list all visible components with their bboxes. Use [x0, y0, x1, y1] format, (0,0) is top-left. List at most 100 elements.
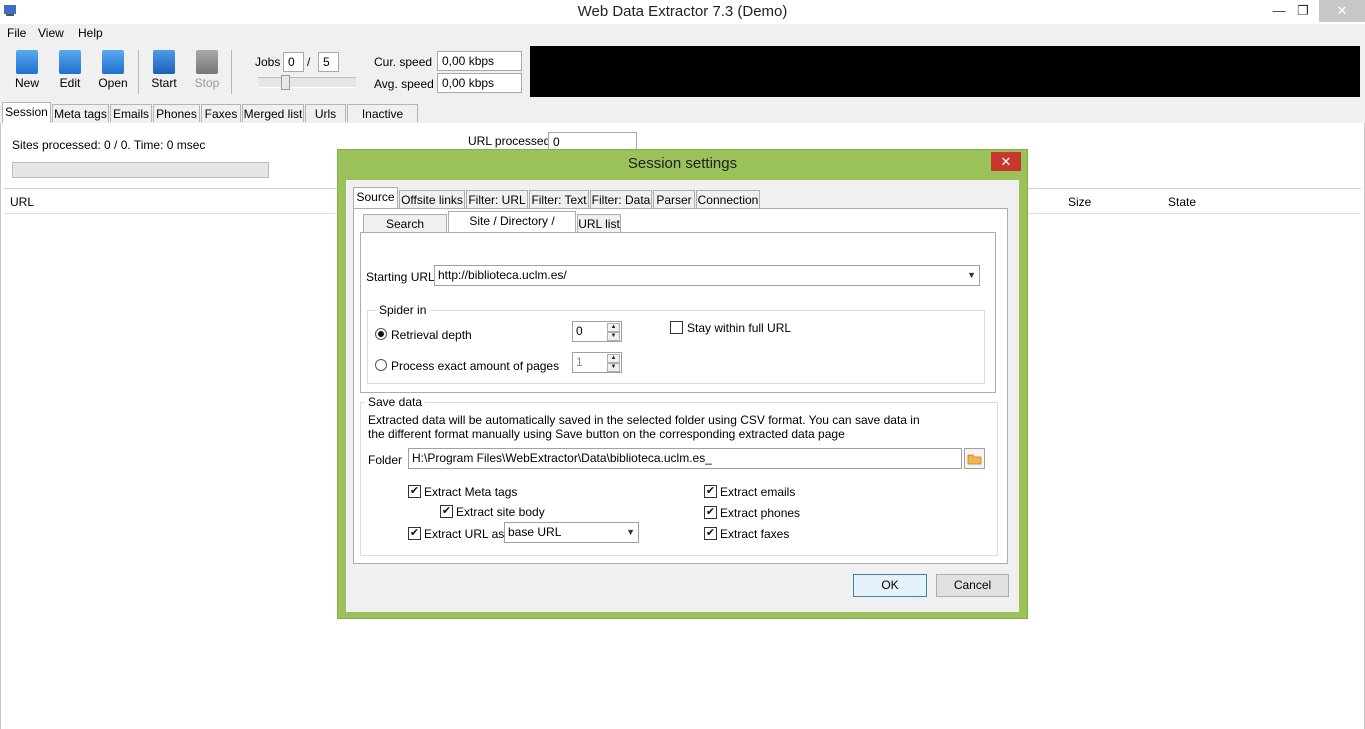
extract-body-label: Extract site body [456, 505, 545, 519]
close-button[interactable]: ✕ [1319, 0, 1365, 22]
tab-inactive-sites[interactable]: Inactive sites [347, 104, 418, 139]
edit-icon [59, 50, 81, 74]
retrieval-depth-radio[interactable] [375, 328, 387, 340]
menu-help[interactable]: Help [78, 26, 103, 40]
jobs-slider[interactable] [258, 75, 356, 90]
folder-field[interactable]: H:\Program Files\WebExtractor\Data\bibli… [408, 448, 962, 469]
extract-emails-checkbox[interactable]: ✔ [704, 485, 717, 498]
new-button[interactable]: New [10, 50, 44, 90]
folder-icon [967, 454, 982, 465]
ok-button[interactable]: OK [853, 574, 927, 597]
title-bar: Web Data Extractor 7.3 (Demo) — ❐ ✕ [0, 0, 1365, 24]
column-size[interactable]: Size [1068, 195, 1091, 209]
dialog-close-button[interactable]: ✕ [991, 152, 1021, 171]
chevron-down-icon[interactable]: ▼ [967, 266, 976, 285]
tab-filter-url[interactable]: Filter: URL [466, 190, 528, 208]
dialog-title: Session settings [627, 155, 738, 172]
tab-merged-list[interactable]: Merged list [242, 104, 304, 122]
new-icon [16, 50, 38, 74]
cur-speed-field: 0,00 kbps [437, 51, 522, 71]
edit-button[interactable]: Edit [53, 50, 87, 90]
tab-offsite-links[interactable]: Offsite links [399, 190, 465, 208]
url-as-select[interactable]: base URL ▼ [504, 522, 639, 543]
save-description-line-2: the different format manually using Save… [368, 427, 845, 441]
stop-button[interactable]: Stop [190, 50, 224, 90]
toolbar-separator [138, 50, 139, 94]
retrieval-depth-stepper[interactable]: 0 ▲ ▼ [572, 321, 622, 342]
tab-session[interactable]: Session [2, 102, 51, 124]
extract-url-checkbox[interactable]: ✔ [408, 527, 421, 540]
site-directory-panel: Starting URL http://biblioteca.uclm.es/ … [360, 232, 996, 393]
save-data-label: Save data [365, 395, 426, 409]
column-url[interactable]: URL [10, 195, 34, 209]
tab-filter-data[interactable]: Filter: Data [590, 190, 652, 208]
jobs-value-field[interactable]: 0 [283, 52, 304, 72]
tab-urls[interactable]: Urls [305, 104, 346, 122]
starting-url-combobox[interactable]: http://biblioteca.uclm.es/ ▼ [434, 265, 980, 286]
tab-phones[interactable]: Phones [153, 104, 200, 122]
starting-url-value: http://biblioteca.uclm.es/ [438, 268, 567, 282]
menu-view[interactable]: View [38, 26, 64, 40]
extract-url-label: Extract URL as [424, 527, 505, 541]
column-state[interactable]: State [1168, 195, 1196, 209]
toolbar-separator [231, 50, 232, 94]
slider-thumb[interactable] [281, 75, 290, 90]
retrieval-depth-value: 0 [576, 324, 583, 338]
source-tab-panel: Search engines Site / Directory / Groups… [353, 208, 1008, 564]
start-label: Start [151, 76, 177, 90]
subtab-url-list[interactable]: URL list [577, 214, 621, 232]
window-title: Web Data Extractor 7.3 (Demo) [577, 3, 788, 20]
retrieval-depth-label: Retrieval depth [391, 328, 472, 342]
chevron-down-icon[interactable]: ▼ [626, 523, 635, 542]
menu-file[interactable]: File [7, 26, 26, 40]
progress-bar [12, 162, 269, 178]
extract-phones-label: Extract phones [720, 506, 801, 520]
spider-in-label: Spider in [376, 303, 430, 317]
sites-processed-status: Sites processed: 0 / 0. Time: 0 msec [12, 138, 206, 152]
subtab-site-directory-groups[interactable]: Site / Directory / Groups [448, 211, 576, 246]
stay-within-url-label: Stay within full URL [687, 321, 792, 335]
tab-meta-tags[interactable]: Meta tags [52, 104, 109, 122]
dialog-client: Source Offsite links Filter: URL Filter:… [346, 180, 1019, 612]
tab-emails[interactable]: Emails [110, 104, 152, 122]
spin-up-icon[interactable]: ▲ [607, 354, 620, 363]
tab-faxes[interactable]: Faxes [201, 104, 241, 122]
speed-graph [530, 46, 1360, 97]
open-button[interactable]: Open [96, 50, 130, 90]
extract-faxes-checkbox[interactable]: ✔ [704, 527, 717, 540]
tab-parser[interactable]: Parser [653, 190, 695, 208]
avg-speed-field: 0,00 kbps [437, 73, 522, 93]
extract-faxes-label: Extract faxes [720, 527, 790, 541]
main-tabs: Session Meta tags Emails Phones Faxes Me… [0, 102, 1365, 139]
browse-folder-button[interactable] [964, 448, 985, 469]
jobs-separator: / [307, 55, 311, 69]
cancel-button[interactable]: Cancel [936, 574, 1009, 597]
extract-body-checkbox[interactable]: ✔ [440, 505, 453, 518]
spin-down-icon[interactable]: ▼ [607, 332, 620, 341]
spin-down-icon[interactable]: ▼ [607, 363, 620, 372]
save-data-group: Save data Extracted data will be automat… [360, 395, 998, 556]
exact-pages-stepper[interactable]: 1 ▲ ▼ [572, 352, 622, 373]
exact-pages-value: 1 [576, 355, 583, 369]
starting-url-label: Starting URL [366, 270, 435, 284]
edit-label: Edit [59, 76, 81, 90]
extract-meta-checkbox[interactable]: ✔ [408, 485, 421, 498]
jobs-max-field[interactable]: 5 [318, 52, 339, 72]
subtab-search-engines[interactable]: Search engines [363, 214, 447, 249]
spin-up-icon[interactable]: ▲ [607, 323, 620, 332]
start-icon [153, 50, 175, 74]
exact-pages-radio[interactable] [375, 359, 387, 371]
new-label: New [14, 76, 39, 90]
spider-in-group: Spider in Retrieval depth 0 ▲ ▼ Process … [367, 303, 985, 384]
tab-connection[interactable]: Connection [696, 190, 760, 208]
avg-speed-label: Avg. speed [374, 77, 434, 91]
stay-within-url-checkbox[interactable] [670, 321, 683, 334]
extract-phones-checkbox[interactable]: ✔ [704, 506, 717, 519]
tab-source[interactable]: Source [353, 187, 398, 208]
start-button[interactable]: Start [147, 50, 181, 90]
stop-icon [196, 50, 218, 74]
stop-label: Stop [194, 76, 220, 90]
tab-filter-text[interactable]: Filter: Text [529, 190, 589, 208]
menu-bar: File View Help [0, 24, 1365, 44]
jobs-label: Jobs [255, 55, 281, 69]
